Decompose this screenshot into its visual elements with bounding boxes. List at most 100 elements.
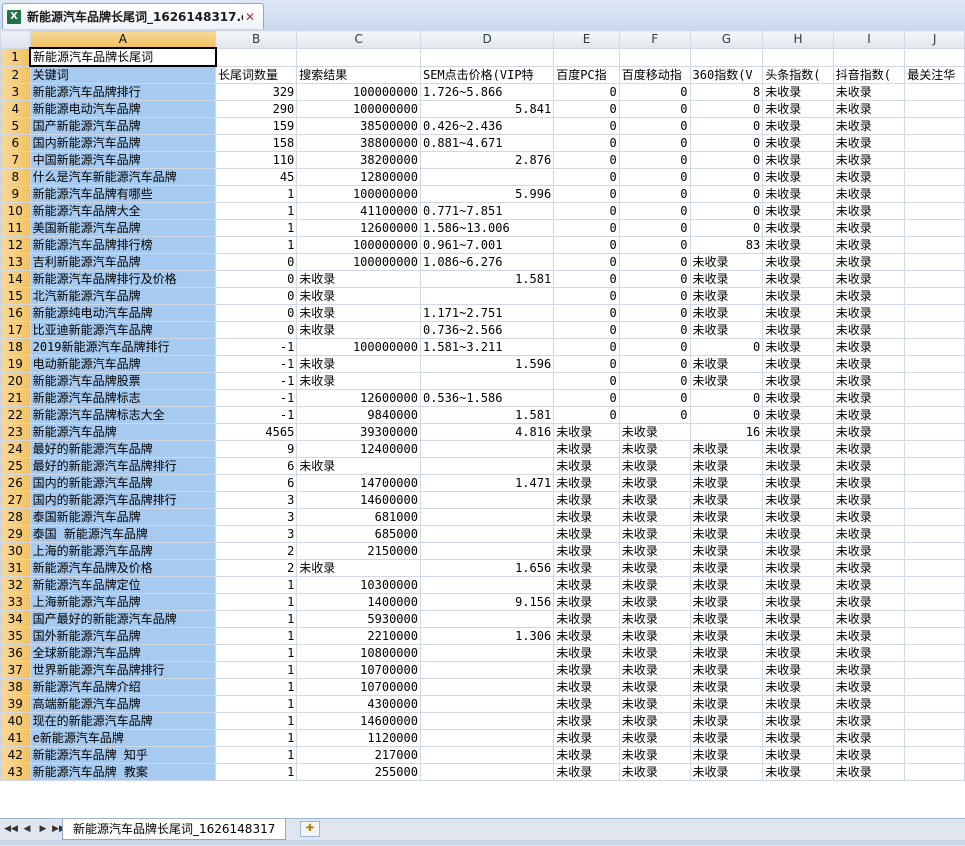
cell-j[interactable] [904, 729, 965, 747]
cell-d[interactable] [419, 644, 555, 662]
row-header[interactable]: 10 [0, 202, 31, 220]
cell-g[interactable]: 0 [689, 185, 764, 203]
cell-h[interactable]: 未收录 [762, 355, 834, 373]
row-header[interactable]: 37 [0, 661, 31, 679]
row-header[interactable]: 40 [0, 712, 31, 730]
cell-b[interactable]: 1 [215, 746, 298, 764]
cell-h[interactable]: 未收录 [762, 100, 834, 118]
cell-d[interactable] [419, 729, 555, 747]
row-header[interactable]: 35 [0, 627, 31, 645]
cell-f[interactable]: 0 [618, 406, 691, 424]
cell-f[interactable]: 0 [618, 151, 691, 169]
cell-c[interactable]: 1400000 [296, 593, 421, 611]
cell-f[interactable]: 0 [618, 100, 691, 118]
cell-d[interactable]: 1.656 [419, 559, 555, 577]
cell-h[interactable]: 未收录 [762, 185, 834, 203]
cell-i[interactable]: 未收录 [832, 134, 906, 152]
cell-b[interactable]: 3 [215, 525, 298, 543]
row-header[interactable]: 1 [0, 47, 31, 67]
cell-j[interactable] [904, 593, 965, 611]
cell-b[interactable]: 1 [215, 202, 298, 220]
cell-d[interactable] [419, 610, 555, 628]
cell-c[interactable]: 12600000 [296, 389, 421, 407]
cell-i[interactable]: 未收录 [832, 593, 906, 611]
cell-g[interactable]: 未收录 [689, 729, 764, 747]
cell-i[interactable]: 未收录 [832, 389, 906, 407]
cell-c[interactable]: 10700000 [296, 678, 421, 696]
cell-a[interactable]: 国产新能源汽车品牌 [29, 117, 217, 135]
row-header[interactable]: 4 [0, 100, 31, 118]
cell-a[interactable]: 比亚迪新能源汽车品牌 [29, 321, 217, 339]
cell-a[interactable]: 国外新能源汽车品牌 [29, 627, 217, 645]
cell-a[interactable]: 泰国新能源汽车品牌 [29, 508, 217, 526]
cell-c[interactable] [296, 47, 421, 67]
cell-j[interactable] [904, 338, 965, 356]
cell-c[interactable]: 100000000 [296, 253, 421, 271]
cell-j[interactable] [904, 134, 965, 152]
row-header[interactable]: 34 [0, 610, 31, 628]
cell-g[interactable]: 未收录 [689, 610, 764, 628]
cell-c[interactable]: 38200000 [296, 151, 421, 169]
cell-c[interactable]: 未收录 [296, 287, 421, 305]
close-icon[interactable]: ✕ [243, 10, 257, 24]
row-header[interactable]: 20 [0, 372, 31, 390]
row-header[interactable]: 16 [0, 304, 31, 322]
cell-g[interactable]: 未收录 [689, 542, 764, 560]
cell-f[interactable]: 0 [618, 287, 691, 305]
row-header[interactable]: 41 [0, 729, 31, 747]
cell-i[interactable]: 未收录 [832, 100, 906, 118]
cell-c[interactable]: 14700000 [296, 474, 421, 492]
cell-e[interactable]: 未收录 [553, 491, 620, 509]
column-header-a[interactable]: A [29, 30, 217, 49]
cell-d[interactable] [419, 678, 555, 696]
row-header[interactable]: 23 [0, 423, 31, 441]
cell-g[interactable]: 未收录 [689, 304, 764, 322]
cell-e[interactable]: 未收录 [553, 474, 620, 492]
cell-h[interactable]: 未收录 [762, 151, 834, 169]
cell-a[interactable]: 2019新能源汽车品牌排行 [29, 338, 217, 356]
cell-a[interactable]: 国内的新能源汽车品牌排行 [29, 491, 217, 509]
cell-j[interactable] [904, 168, 965, 186]
cell-c[interactable]: 39300000 [296, 423, 421, 441]
cell-e[interactable]: 未收录 [553, 661, 620, 679]
cell-e[interactable]: 未收录 [553, 559, 620, 577]
cell-h[interactable]: 未收录 [762, 661, 834, 679]
cell-h[interactable]: 未收录 [762, 763, 834, 781]
cell-f[interactable]: 0 [618, 338, 691, 356]
cell-f[interactable]: 0 [618, 219, 691, 237]
cell-a[interactable]: e新能源汽车品牌 [29, 729, 217, 747]
row-header[interactable]: 2 [0, 65, 31, 84]
cell-d[interactable] [419, 491, 555, 509]
cell-b[interactable]: 1 [215, 627, 298, 645]
cell-f[interactable]: 未收录 [618, 712, 691, 730]
cell-i[interactable]: 未收录 [832, 508, 906, 526]
cell-g[interactable] [689, 47, 764, 67]
cell-d[interactable]: 0.881~4.671 [419, 134, 555, 152]
cell-j[interactable] [904, 678, 965, 696]
cell-a[interactable]: 电动新能源汽车品牌 [29, 355, 217, 373]
cell-b[interactable]: 45 [215, 168, 298, 186]
cell-h[interactable]: 未收录 [762, 457, 834, 475]
cell-d[interactable]: 0.536~1.586 [419, 389, 555, 407]
cell-j[interactable] [904, 117, 965, 135]
cell-a[interactable]: 新能源汽车品牌 教案 [29, 763, 217, 781]
cell-g[interactable]: 0 [689, 389, 764, 407]
cell-i[interactable]: 未收录 [832, 491, 906, 509]
cell-i[interactable]: 未收录 [832, 559, 906, 577]
new-sheet-icon[interactable]: ✚ [300, 821, 320, 837]
cell-b[interactable]: -1 [215, 372, 298, 390]
cell-b[interactable]: 6 [215, 474, 298, 492]
cell-f[interactable]: 未收录 [618, 423, 691, 441]
cell-f[interactable]: 未收录 [618, 559, 691, 577]
cell-a[interactable]: 吉利新能源汽车品牌 [29, 253, 217, 271]
cell-a[interactable]: 国产最好的新能源汽车品牌 [29, 610, 217, 628]
cell-i[interactable]: 未收录 [832, 610, 906, 628]
cell-g[interactable]: 未收录 [689, 321, 764, 339]
cell-g[interactable]: 未收录 [689, 287, 764, 305]
cell-b[interactable]: 1 [215, 644, 298, 662]
cell-d[interactable] [419, 746, 555, 764]
cell-e[interactable]: 未收录 [553, 525, 620, 543]
cell-g[interactable]: 16 [689, 423, 764, 441]
cell-c[interactable]: 685000 [296, 525, 421, 543]
cell-i[interactable]: 未收录 [832, 423, 906, 441]
